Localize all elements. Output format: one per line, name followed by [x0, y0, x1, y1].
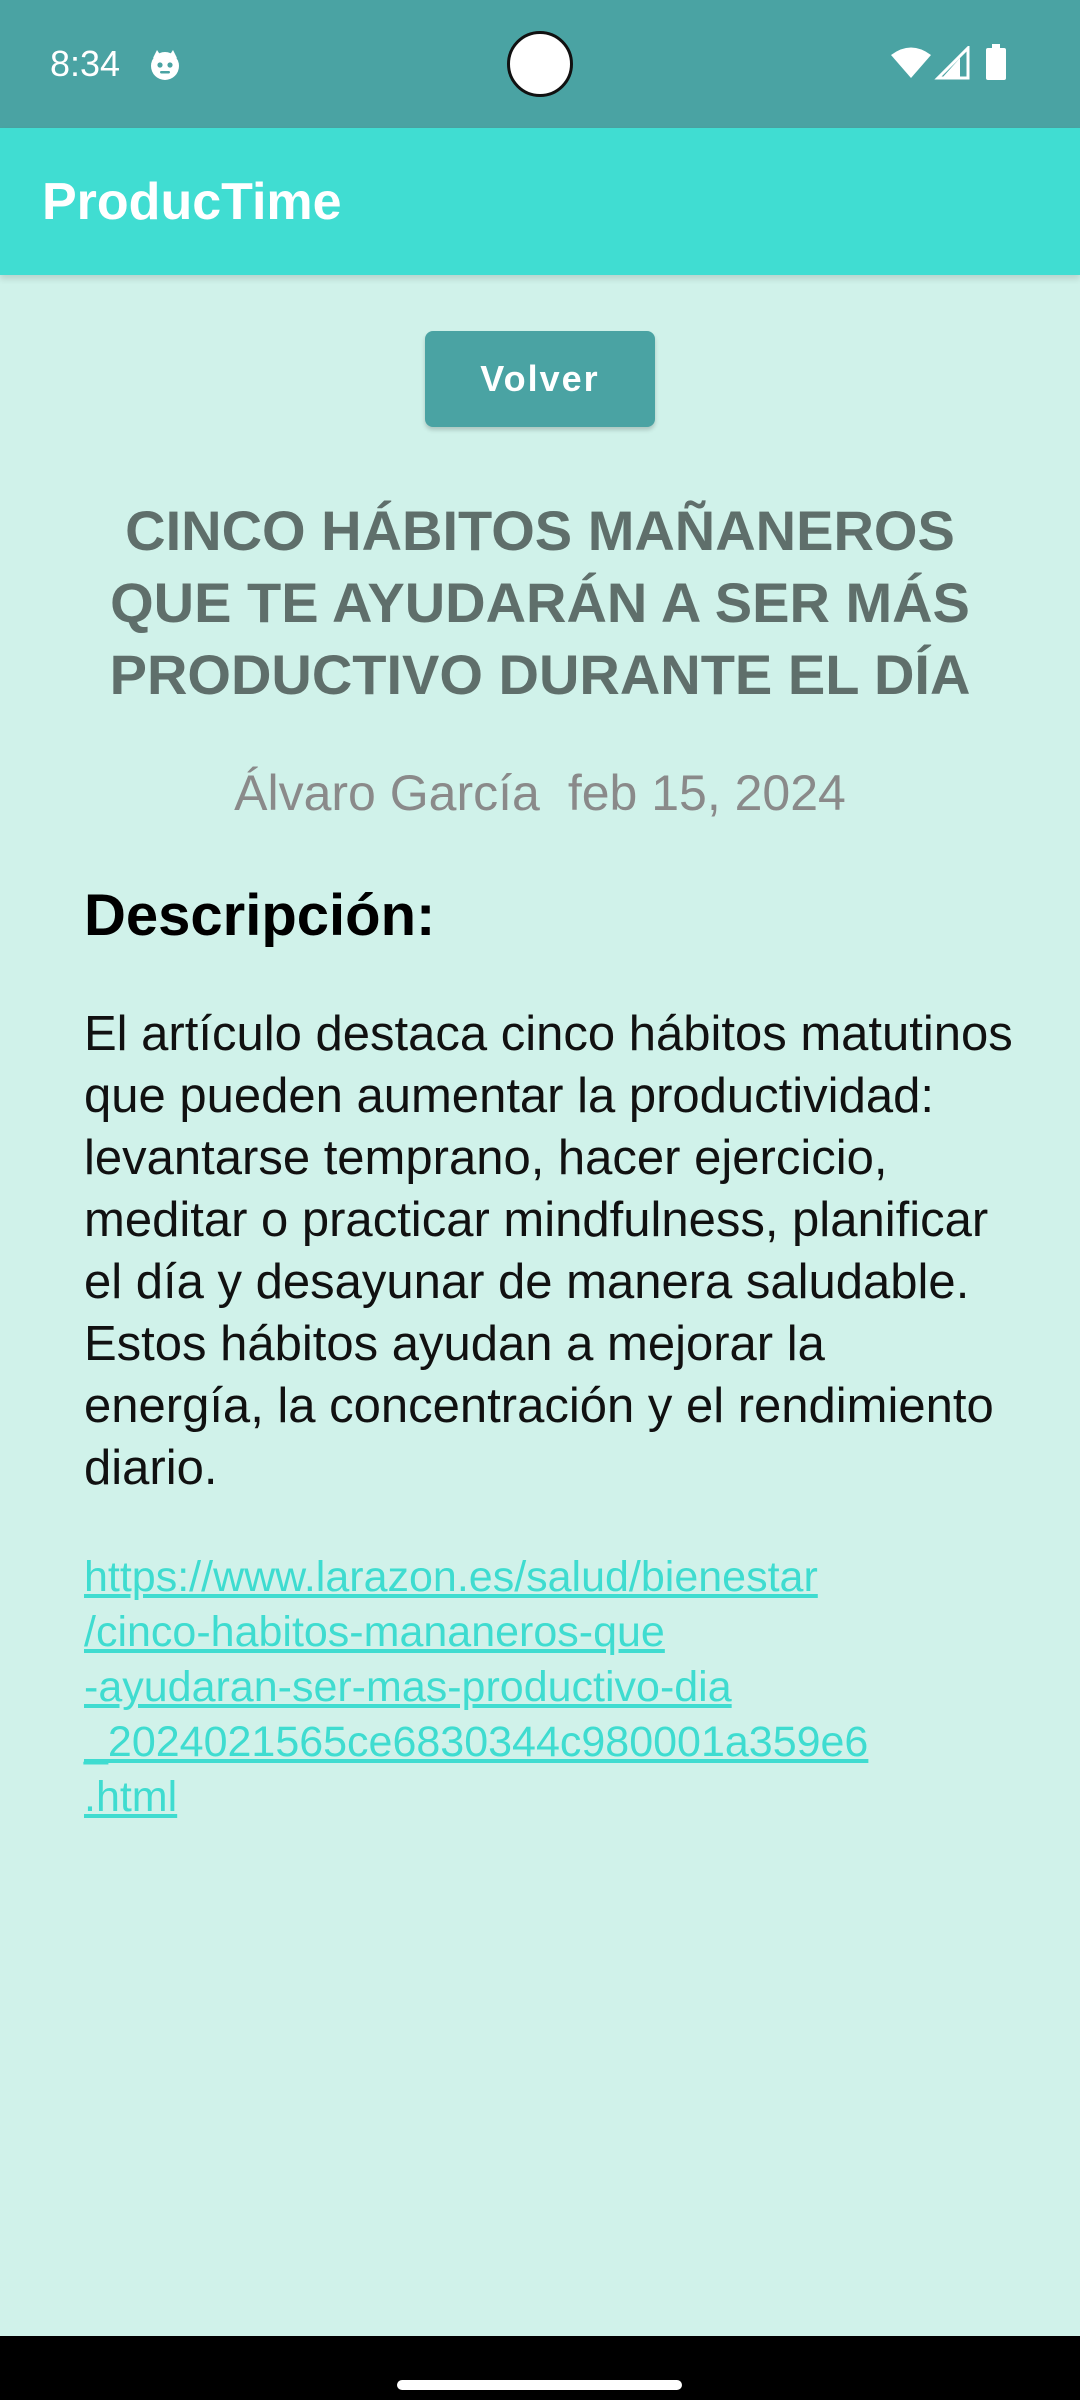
link-line: https://www.larazon.es/salud/bienestar [84, 1553, 818, 1601]
article-title: CINCO HÁBITOS MAÑANEROS QUE TE AYUDARÁN … [109, 499, 971, 706]
link-line: -ayudaran-ser-mas-productivo-dia [84, 1663, 732, 1711]
status-bar: 8:34 [0, 0, 1080, 128]
cat-face-icon [151, 50, 179, 80]
description-heading: Descripción: [84, 883, 436, 948]
article-byline: Álvaro García feb 15, 2024 [0, 762, 1080, 824]
link-line: /cinco-habitos-mananeros-que [84, 1608, 665, 1656]
home-gesture-handle[interactable] [397, 2380, 682, 2390]
wifi-icon [891, 47, 931, 78]
camera-cutout [507, 31, 573, 97]
link-line: _2024021565ce6830344c980001a359e6 [84, 1718, 869, 1766]
link-line: .html [84, 1773, 178, 1821]
back-button[interactable]: Volver [425, 331, 655, 427]
battery-icon [986, 44, 1006, 80]
article-author: Álvaro García [234, 765, 540, 821]
article-date: feb 15, 2024 [567, 765, 846, 821]
cell-signal-icon [934, 46, 970, 80]
app-title: ProducTime [42, 173, 342, 231]
article-description: El artículo destaca cinco hábitos matuti… [84, 1007, 1013, 1495]
article-source-link[interactable]: https://www.larazon.es/salud/bienestar /… [84, 1550, 1014, 1825]
status-time: 8:34 [50, 43, 121, 84]
navigation-bar [0, 2336, 1080, 2400]
app-bar: ProducTime [0, 128, 1080, 275]
